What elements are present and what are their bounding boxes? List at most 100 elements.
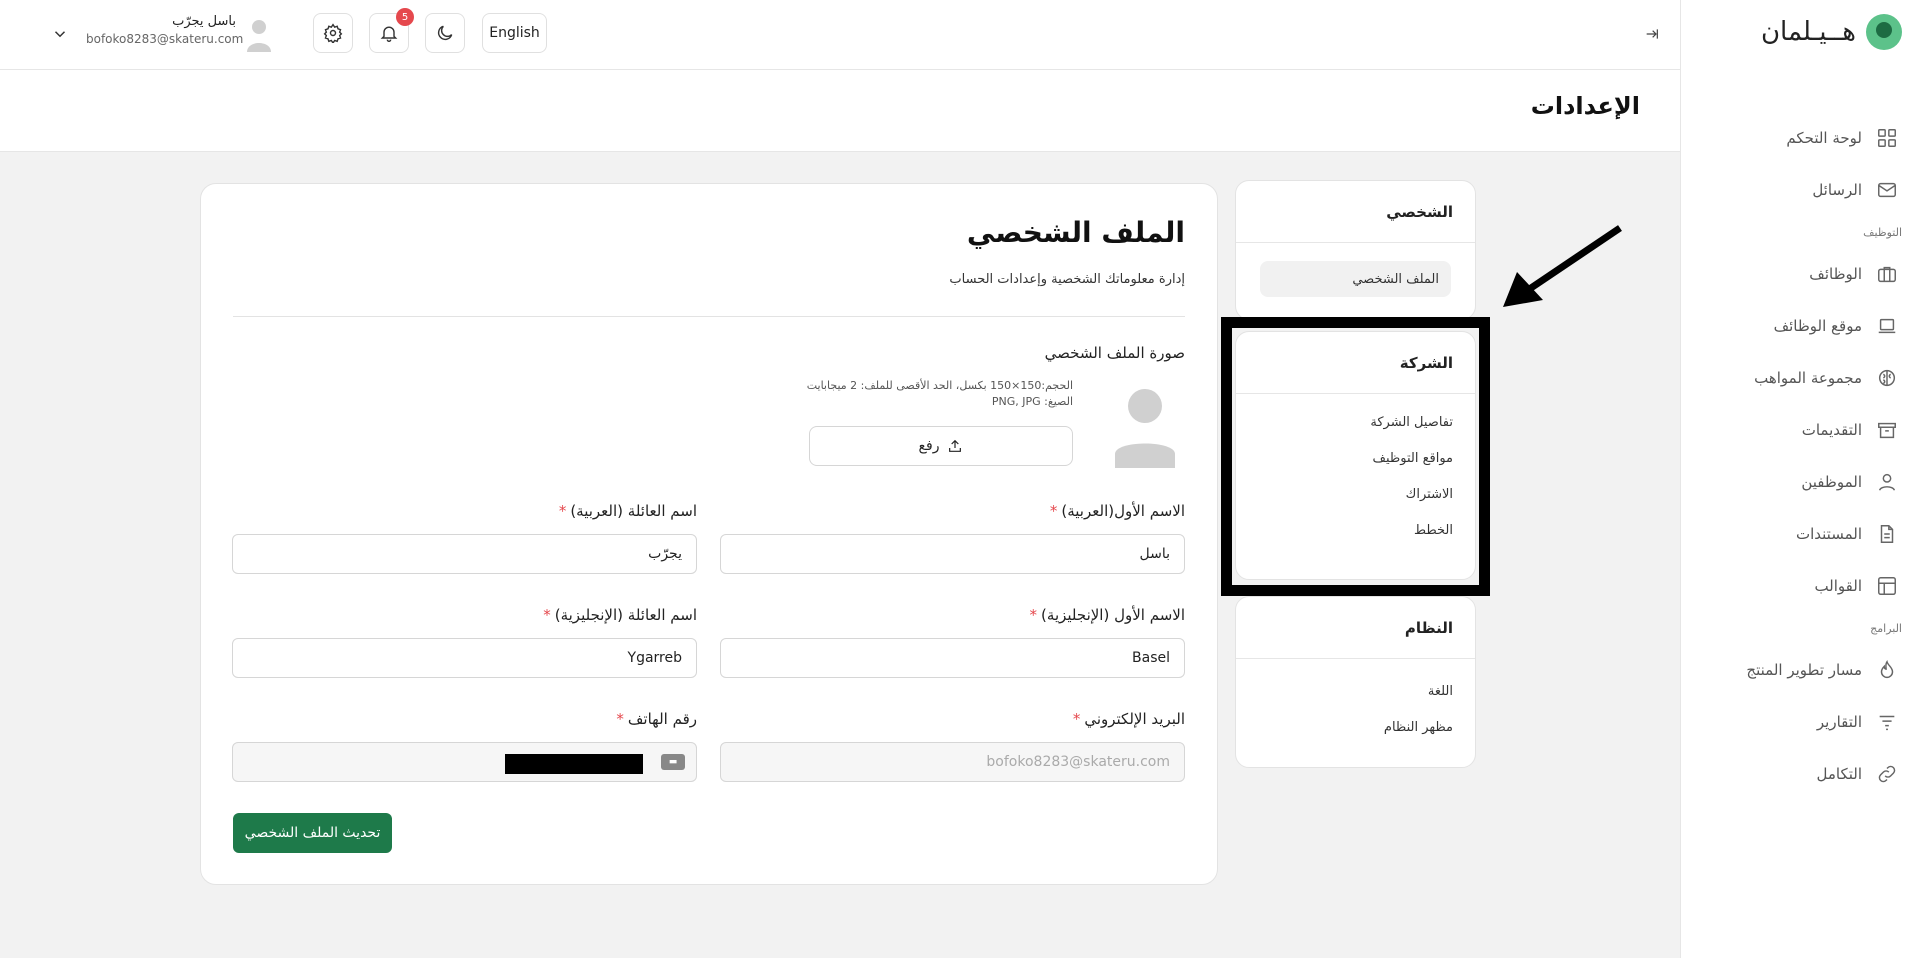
notifications-count-badge: 5	[396, 8, 414, 26]
sidebar-item-reports[interactable]: التقارير	[1680, 696, 1920, 748]
laptop-icon	[1876, 315, 1898, 337]
dark-mode-toggle[interactable]	[425, 13, 465, 53]
sidebar-item-templates[interactable]: القوالب	[1680, 560, 1920, 612]
collapse-icon	[1646, 29, 1658, 39]
sidebar-item-talent-pool[interactable]: مجموعة المواهب	[1680, 352, 1920, 404]
sidebar-item-label: الموظفين	[1801, 473, 1862, 491]
bell-icon	[380, 26, 398, 42]
collapse-sidebar-button[interactable]	[1640, 22, 1664, 46]
user-info[interactable]: باسل يجرّب bofoko8283@skateru.com	[86, 14, 244, 46]
user-icon	[1876, 471, 1898, 493]
mail-icon	[1876, 179, 1898, 201]
chevron-down-icon	[54, 31, 66, 38]
sidebar-item-messages[interactable]: الرسائل	[1680, 164, 1920, 216]
briefcase-icon	[1876, 263, 1898, 285]
avatar[interactable]	[246, 18, 272, 52]
upload-photo-button[interactable]: رفع	[809, 426, 1073, 466]
brand-logo[interactable]: هــيـلمان	[1761, 14, 1902, 50]
page-title: الإعدادات	[1530, 92, 1640, 120]
sidebar: هــيـلمان لوحة التحكم الرسائل التوظيف ال…	[1680, 0, 1920, 958]
required-mark: *	[616, 710, 624, 728]
filter-lines-icon	[1876, 711, 1898, 733]
sidebar-item-label: الوظائف	[1809, 265, 1862, 283]
brain-icon	[1876, 367, 1898, 389]
sidebar-item-documents[interactable]: المستندات	[1680, 508, 1920, 560]
sidebar-item-label: القوالب	[1814, 577, 1862, 595]
settings-button[interactable]	[313, 13, 353, 53]
sidebar-item-label: الرسائل	[1812, 181, 1862, 199]
menu-item-language[interactable]: اللغة	[1236, 673, 1475, 709]
country-flag-icon[interactable]: ▬	[661, 754, 685, 770]
sidebar-item-label: المستندات	[1795, 525, 1862, 543]
first-name-ar-label: الاسم الأول(العربية)*	[1050, 502, 1185, 520]
update-profile-button[interactable]: تحديث الملف الشخصي	[233, 813, 392, 853]
label-text: البريد الإلكتروني	[1084, 710, 1185, 728]
sidebar-item-label: مجموعة المواهب	[1754, 369, 1862, 387]
nav-section-programs: البرامج	[1870, 621, 1902, 635]
first-name-en-input[interactable]: Basel	[720, 638, 1185, 678]
last-name-ar-input[interactable]: يجرّب	[232, 534, 697, 574]
menu-section-title: الشخصي	[1236, 181, 1475, 243]
brand-name: هــيـلمان	[1760, 17, 1856, 47]
phone-label: رقم الهاتف*	[616, 710, 697, 728]
label-text: الاسم الأول(العربية)	[1061, 502, 1185, 520]
sidebar-item-jobs[interactable]: الوظائف	[1680, 248, 1920, 300]
settings-menu-personal: الشخصي الملف الشخصي	[1235, 180, 1476, 320]
last-name-ar-label: اسم العائلة (العربية)*	[559, 502, 697, 520]
email-label: البريد الإلكتروني*	[1073, 710, 1185, 728]
top-bar: باسل يجرّب bofoko8283@skateru.com 5 Engl…	[0, 0, 1680, 70]
last-name-en-input[interactable]: Ygarreb	[232, 638, 697, 678]
sidebar-item-label: التكامل	[1816, 765, 1862, 783]
sidebar-item-product-roadmap[interactable]: مسار تطوير المنتج	[1680, 644, 1920, 696]
settings-menu-system: النظام اللغة مظهر النظام	[1235, 596, 1476, 768]
language-switch-button[interactable]: English	[482, 13, 547, 53]
label-text: اسم العائلة (الإنجليزية)	[554, 606, 697, 624]
sidebar-item-employees[interactable]: الموظفين	[1680, 456, 1920, 508]
photo-hint-size: الحجم:150×150 بكسل، الحد الأقصى للملف: 2…	[806, 379, 1073, 392]
annotation-highlight-box	[1221, 317, 1490, 596]
sidebar-item-label: التقديمات	[1801, 421, 1862, 439]
phone-field[interactable]: ▬	[232, 742, 697, 782]
menu-section-title: النظام	[1236, 597, 1475, 659]
profile-photo-avatar	[1115, 389, 1175, 468]
upload-label: رفع	[918, 438, 940, 454]
sidebar-item-label: التقارير	[1816, 713, 1862, 731]
first-name-ar-input[interactable]: باسل	[720, 534, 1185, 574]
moon-icon	[437, 25, 453, 41]
phone-redacted	[505, 754, 643, 774]
link-icon	[1876, 763, 1898, 785]
email-field: bofoko8283@skateru.com	[720, 742, 1185, 782]
sidebar-item-careers-site[interactable]: موقع الوظائف	[1680, 300, 1920, 352]
upload-icon	[949, 439, 962, 452]
profile-title: الملف الشخصي	[966, 216, 1185, 249]
grid-icon	[1876, 127, 1898, 149]
required-mark: *	[1029, 606, 1038, 624]
page-header: الإعدادات	[0, 70, 1680, 152]
logo-icon	[1866, 14, 1902, 50]
menu-item-appearance[interactable]: مظهر النظام	[1236, 709, 1475, 745]
user-email: bofoko8283@skateru.com	[86, 32, 244, 46]
profile-subtitle: إدارة معلوماتك الشخصية وإعدادات الحساب	[949, 272, 1185, 287]
layout-icon	[1876, 575, 1898, 597]
label-text: اسم العائلة (العربية)	[570, 502, 697, 520]
label-text: الاسم الأول (الإنجليزية)	[1041, 606, 1185, 624]
sidebar-item-dashboard[interactable]: لوحة التحكم	[1680, 112, 1920, 164]
annotation-arrow-icon	[1503, 225, 1622, 307]
required-mark: *	[558, 502, 567, 520]
document-icon	[1876, 523, 1898, 545]
notifications-button[interactable]: 5	[369, 8, 414, 53]
menu-item-profile[interactable]: الملف الشخصي	[1260, 261, 1451, 297]
sidebar-item-applications[interactable]: التقديمات	[1680, 404, 1920, 456]
sidebar-item-label: موقع الوظائف	[1773, 317, 1862, 335]
required-mark: *	[543, 606, 551, 624]
divider	[233, 316, 1185, 317]
first-name-en-label: الاسم الأول (الإنجليزية)*	[1030, 606, 1185, 624]
last-name-en-label: اسم العائلة (الإنجليزية)*	[543, 606, 697, 624]
user-menu-toggle[interactable]	[46, 22, 74, 46]
required-mark: *	[1072, 710, 1081, 728]
profile-photo-label: صورة الملف الشخصي	[1044, 344, 1185, 362]
flame-icon	[1876, 659, 1898, 681]
photo-hint: الحجم:150×150 بكسل، الحد الأقصى للملف: 2…	[807, 378, 1073, 410]
photo-hint-formats: الصيغ: PNG, JPG	[991, 395, 1073, 408]
sidebar-item-integration[interactable]: التكامل	[1680, 748, 1920, 800]
